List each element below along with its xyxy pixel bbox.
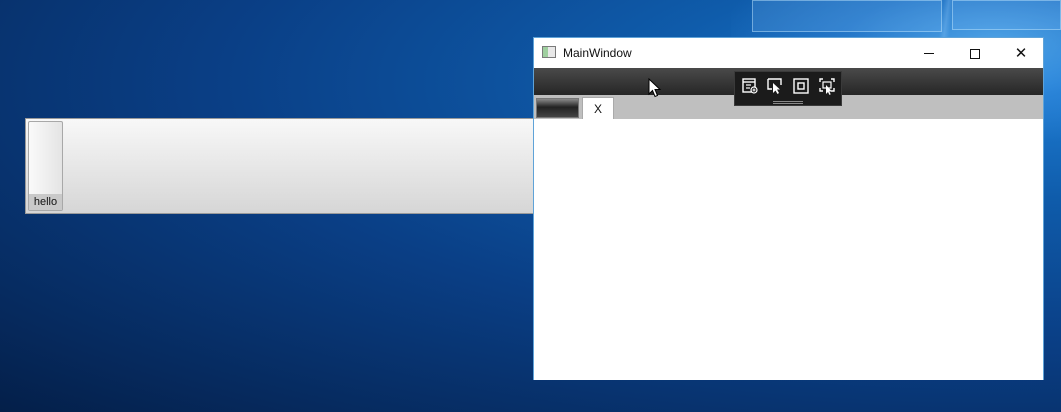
- live-visual-tree-button[interactable]: [740, 76, 760, 96]
- mouse-cursor-icon: [648, 78, 662, 98]
- floating-panel: hello: [25, 118, 534, 214]
- tab-dark[interactable]: [536, 98, 579, 118]
- close-icon: ✕: [1014, 45, 1028, 62]
- select-element-icon: [767, 78, 782, 94]
- minimize-icon: [924, 53, 934, 54]
- tab-x[interactable]: X: [582, 97, 614, 119]
- wallpaper-light-pane: [952, 0, 1061, 30]
- title-bar[interactable]: MainWindow ✕: [534, 38, 1043, 69]
- track-focused-element-icon: [819, 78, 835, 95]
- wallpaper-light-pane: [752, 0, 942, 32]
- toolbar-grip-handle[interactable]: [773, 101, 803, 104]
- display-layout-adorners-button[interactable]: [791, 76, 811, 96]
- hello-item-label: hello: [29, 194, 62, 210]
- app-window-icon: [542, 46, 556, 58]
- minimize-button[interactable]: [906, 38, 952, 69]
- live-visual-tree-icon: [742, 78, 758, 94]
- maximize-icon: [970, 48, 980, 59]
- select-element-button[interactable]: [765, 76, 785, 96]
- window-content: [534, 119, 1043, 380]
- track-focused-element-button[interactable]: [817, 76, 837, 96]
- close-button[interactable]: ✕: [998, 38, 1044, 69]
- hello-item[interactable]: hello: [28, 121, 63, 211]
- window-title: MainWindow: [563, 46, 632, 60]
- display-layout-adorners-icon: [793, 78, 809, 94]
- maximize-button[interactable]: [952, 38, 998, 69]
- debug-toolbar: [734, 71, 842, 106]
